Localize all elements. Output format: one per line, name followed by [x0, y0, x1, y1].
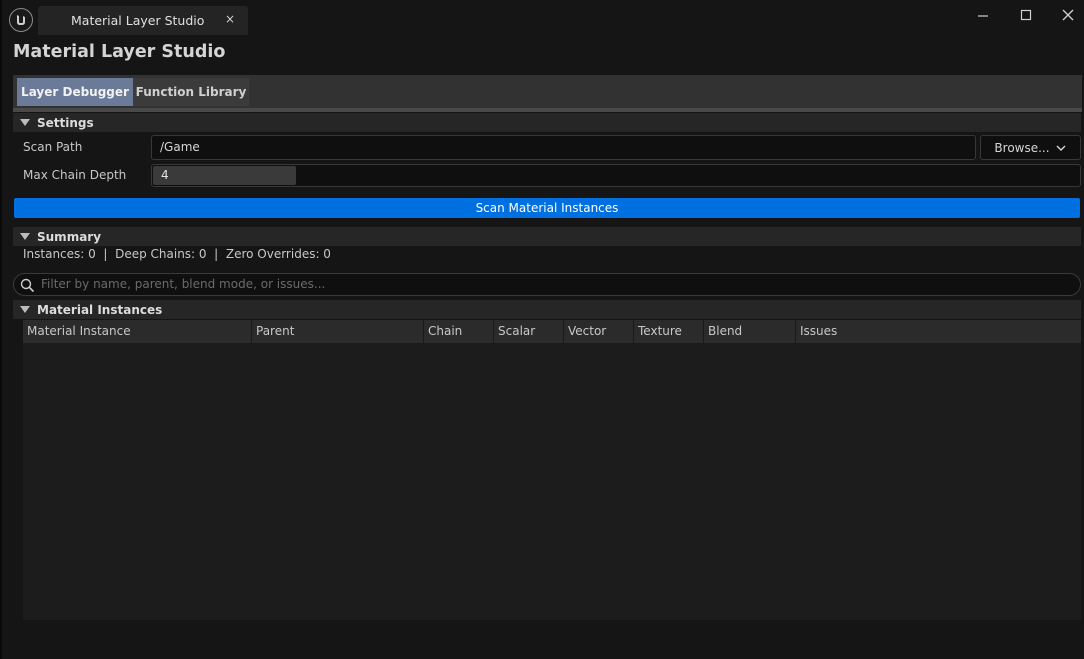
material-instances-section-header[interactable]: Material Instances: [13, 300, 1081, 319]
browse-button[interactable]: Browse...: [980, 135, 1081, 160]
material-instances-section-label: Material Instances: [37, 302, 163, 317]
search-icon: [20, 278, 35, 293]
column-header-blend[interactable]: Blend: [704, 320, 796, 343]
maximize-icon: [1020, 9, 1032, 21]
tab-layer-debugger[interactable]: Layer Debugger: [17, 78, 133, 106]
tab-function-library[interactable]: Function Library: [133, 78, 249, 106]
maximize-button[interactable]: [1011, 4, 1041, 26]
scan-material-instances-button[interactable]: Scan Material Instances: [14, 198, 1080, 218]
title-bar: Material Layer Studio ×: [2, 0, 1084, 36]
collapse-arrow-icon: [20, 233, 30, 240]
chevron-down-icon: [1056, 145, 1066, 151]
table-header: Material Instance Parent Chain Scalar Ve…: [23, 320, 1081, 343]
column-header-scalar[interactable]: Scalar: [494, 320, 564, 343]
column-header-material-instance[interactable]: Material Instance: [23, 320, 252, 343]
close-window-button[interactable]: [1053, 4, 1083, 26]
document-tab-label: Material Layer Studio: [71, 13, 205, 28]
column-header-issues[interactable]: Issues: [796, 320, 1081, 343]
max-chain-depth-label: Max Chain Depth: [23, 168, 127, 182]
tab-bar: Layer Debugger Function Library: [13, 75, 1082, 112]
column-header-parent[interactable]: Parent: [252, 320, 424, 343]
filter-input[interactable]: Filter by name, parent, blend mode, or i…: [41, 277, 325, 291]
page-title: Material Layer Studio: [13, 42, 226, 62]
document-tab[interactable]: Material Layer Studio ×: [38, 6, 248, 35]
scan-path-input[interactable]: /Game: [151, 135, 976, 160]
close-tab-icon[interactable]: ×: [225, 12, 235, 26]
application-window: Material Layer Studio × Material Layer S…: [0, 0, 1084, 659]
material-instances-table: Material Instance Parent Chain Scalar Ve…: [23, 320, 1081, 620]
browse-button-label: Browse...: [994, 140, 1050, 155]
minimize-button[interactable]: [968, 4, 998, 26]
minimize-icon: [978, 15, 988, 17]
summary-stats: Instances: 0 | Deep Chains: 0 | Zero Ove…: [23, 247, 331, 261]
close-icon: [1062, 9, 1074, 21]
collapse-arrow-icon: [20, 119, 30, 126]
column-header-texture[interactable]: Texture: [634, 320, 704, 343]
collapse-arrow-icon: [20, 306, 30, 313]
settings-section-header[interactable]: Settings: [13, 113, 1081, 132]
column-header-vector[interactable]: Vector: [564, 320, 634, 343]
settings-section-label: Settings: [37, 115, 94, 130]
summary-section-header[interactable]: Summary: [13, 227, 1081, 246]
scan-path-label: Scan Path: [23, 140, 83, 154]
summary-section-label: Summary: [37, 229, 102, 244]
unreal-logo-icon[interactable]: [9, 8, 33, 32]
filter-search-box[interactable]: Filter by name, parent, blend mode, or i…: [13, 273, 1081, 296]
max-chain-depth-field: 4: [151, 164, 1081, 187]
column-header-chain[interactable]: Chain: [424, 320, 494, 343]
max-chain-depth-spinbox[interactable]: 4: [153, 166, 296, 185]
